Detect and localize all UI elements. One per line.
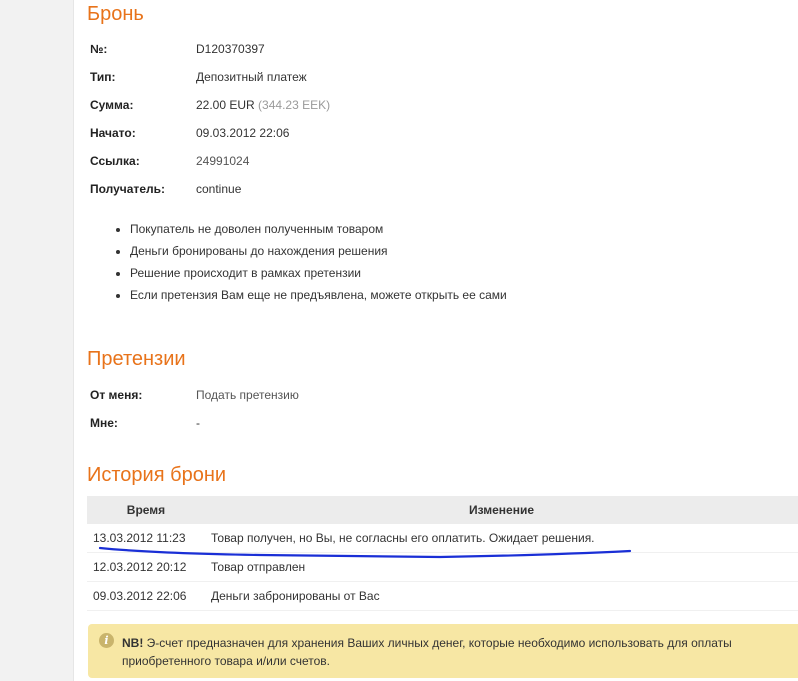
column-time: Время [87, 496, 205, 524]
field-type-value: Депозитный платеж [196, 70, 307, 84]
booking-title: Бронь [87, 3, 144, 25]
history-header-row: Время Изменение [87, 496, 798, 524]
field-started-value: 09.03.2012 22:06 [196, 126, 290, 140]
field-link-value[interactable]: 24991024 [196, 154, 249, 168]
claims-to-me-label: Мне: [90, 416, 118, 430]
field-amount: 22.00 EUR (344.23 EEK) [196, 98, 330, 112]
table-row: 09.03.2012 22:06 Деньги забронированы от… [87, 581, 798, 611]
history-title: История брони [87, 464, 227, 486]
booking-notes: Покупатель не доволен полученным товаром… [112, 221, 507, 309]
notice-text: NB! Э-счет предназначен для хранения Ваш… [122, 634, 782, 670]
note-item: Решение происходит в рамках претензии [130, 265, 507, 287]
note-item: Покупатель не доволен полученным товаром [130, 221, 507, 243]
field-recipient-label: Получатель: [90, 182, 165, 196]
field-recipient-value: continue [196, 182, 242, 196]
field-amount-value: 22.00 EUR [196, 98, 255, 112]
claims-to-me-value: - [196, 416, 200, 430]
row-change: Деньги забронированы от Вас [205, 581, 798, 611]
row-change: Товар получен, но Вы, не согласны его оп… [205, 524, 798, 553]
row-change: Товар отправлен [205, 552, 798, 582]
note-item: Деньги бронированы до нахождения решения [130, 243, 507, 265]
field-started-label: Начато: [90, 126, 136, 140]
notice-body: Э-счет предназначен для хранения Ваших л… [122, 636, 732, 668]
file-claim-link[interactable]: Подать претензию [196, 388, 299, 402]
row-time: 13.03.2012 11:23 [87, 524, 205, 553]
table-row: 13.03.2012 11:23 Товар получен, но Вы, н… [87, 524, 798, 553]
field-number-label: №: [90, 42, 108, 56]
field-type-label: Тип: [90, 70, 116, 84]
row-time: 09.03.2012 22:06 [87, 581, 205, 611]
claims-from-me-label: От меня: [90, 388, 143, 402]
row-time: 12.03.2012 20:12 [87, 552, 205, 582]
info-icon: i [99, 633, 114, 648]
notice-prefix: NB! [122, 636, 144, 650]
table-row: 12.03.2012 20:12 Товар отправлен [87, 552, 798, 582]
history-table: Время Изменение 13.03.2012 11:23 Товар п… [87, 496, 798, 611]
field-amount-converted: (344.23 EEK) [258, 98, 331, 112]
note-item: Если претензия Вам еще не предъявлена, м… [130, 287, 507, 309]
field-amount-label: Сумма: [90, 98, 134, 112]
field-link-label: Ссылка: [90, 154, 140, 168]
notice-box: i NB! Э-счет предназначен для хранения В… [88, 624, 798, 678]
field-number-value: D120370397 [196, 42, 265, 56]
claims-title: Претензии [87, 348, 186, 370]
column-change: Изменение [205, 496, 798, 524]
